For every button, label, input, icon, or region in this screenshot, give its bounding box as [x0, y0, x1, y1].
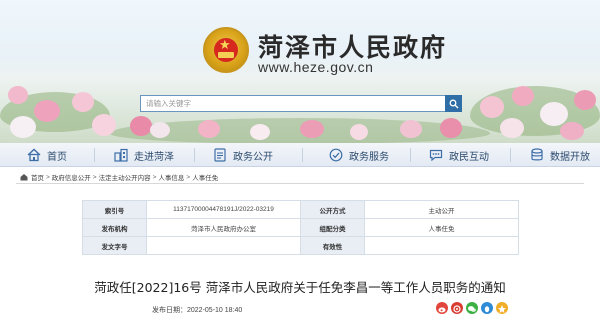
value-publisher: 菏泽市人民政府办公室	[146, 218, 301, 237]
weibo-icon[interactable]	[436, 302, 448, 314]
nav-item-gov-affairs-open[interactable]: 政务公开	[212, 143, 273, 167]
breadcrumb-gov-info[interactable]: 政府信息公开	[52, 172, 91, 182]
page-title: 菏政任[2022]16号 菏泽市人民政府关于任免李昌一等工作人员职务的通知	[94, 280, 506, 295]
city-icon	[114, 148, 128, 162]
label-index-number: 索引号	[82, 200, 147, 219]
qq-icon[interactable]	[481, 302, 493, 314]
nav-item-interaction[interactable]: 政民互动	[428, 143, 489, 167]
document-icon	[214, 148, 226, 162]
chat-icon	[429, 149, 443, 162]
value-validity	[364, 236, 519, 255]
document-info-table: 索引号 11371700004478191J/2022-03219 公开方式 主…	[82, 200, 519, 255]
service-icon	[329, 148, 343, 162]
nav-item-gov-services[interactable]: 政务服务	[328, 143, 389, 167]
data-icon	[531, 148, 543, 161]
main-nav: 首页 走进菏泽 政务公开 政务服务 政民互动 数据开放	[0, 143, 600, 167]
breadcrumb-appointments[interactable]: 人事任免	[192, 172, 218, 182]
breadcrumb-personnel-info[interactable]: 人事信息	[158, 172, 184, 182]
search-button[interactable]	[445, 95, 462, 112]
qzone-icon[interactable]	[496, 302, 508, 314]
label-validity: 有效性	[300, 236, 365, 255]
search-icon	[449, 99, 459, 109]
search-box: 请输入关键字	[140, 95, 462, 112]
header-banner: ★ 菏泽市人民政府 www.heze.gov.cn 请输入关键字	[0, 0, 600, 143]
breadcrumb-home[interactable]: 首页	[31, 172, 44, 182]
value-index-number: 11371700004478191J/2022-03219	[146, 200, 301, 219]
table-row: 索引号 11371700004478191J/2022-03219 公开方式 主…	[82, 200, 519, 219]
search-input[interactable]: 请输入关键字	[146, 98, 191, 109]
nav-item-about-heze[interactable]: 走进菏泽	[113, 143, 174, 167]
national-emblem-logo: ★	[203, 27, 249, 73]
table-row: 发布机构 菏泽市人民政府办公室 组配分类 人事任免	[82, 218, 519, 237]
value-disclosure-method: 主动公开	[364, 200, 519, 219]
breadcrumb-statutory[interactable]: 法定主动公开内容	[99, 172, 151, 182]
value-category: 人事任免	[364, 218, 519, 237]
value-document-number	[146, 236, 301, 255]
nav-item-open-data[interactable]: 数据开放	[529, 143, 590, 167]
label-disclosure-method: 公开方式	[300, 200, 365, 219]
divider	[16, 183, 584, 184]
share-icon[interactable]	[451, 302, 463, 314]
site-url: www.heze.gov.cn	[258, 59, 374, 75]
home-icon	[27, 148, 41, 162]
label-category: 组配分类	[300, 218, 365, 237]
weixin-icon[interactable]	[466, 302, 478, 314]
home-icon	[20, 174, 28, 181]
label-publisher: 发布机构	[82, 218, 147, 237]
table-row: 发文字号 有效性	[82, 236, 519, 255]
breadcrumb: 首页 > 政府信息公开 > 法定主动公开内容 > 人事信息 > 人事任免	[20, 172, 218, 182]
publish-date: 发布日期：2022-05-10 18:40	[152, 307, 243, 314]
label-document-number: 发文字号	[82, 236, 147, 255]
nav-item-home[interactable]: 首页	[26, 143, 67, 167]
